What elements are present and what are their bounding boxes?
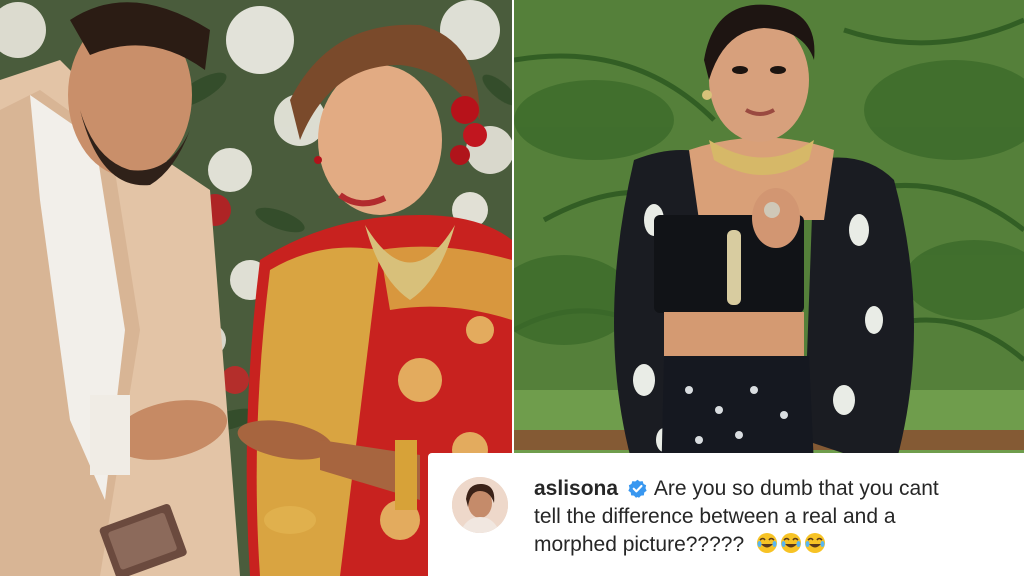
face-with-tears-of-joy-icon <box>756 532 778 554</box>
emoji-group <box>756 532 828 562</box>
comment-line-1: Are you so dumb that you cant <box>653 477 939 500</box>
comment-line-2: tell the difference between a real and a <box>534 505 896 528</box>
avatar-portrait <box>452 477 508 533</box>
face-with-tears-of-joy-icon <box>804 532 826 554</box>
comment-username[interactable]: aslisona <box>534 477 618 500</box>
commenter-avatar[interactable] <box>452 477 508 533</box>
comment-text-block: aslisona Are you so dumb that you cant t… <box>534 475 1014 562</box>
face-with-tears-of-joy-icon <box>780 532 802 554</box>
image-canvas: aslisona Are you so dumb that you cant t… <box>0 0 1024 576</box>
instagram-comment-card: aslisona Are you so dumb that you cant t… <box>428 453 1024 576</box>
comment-line-3: morphed picture????? <box>534 533 745 556</box>
verified-badge-icon <box>628 479 647 498</box>
